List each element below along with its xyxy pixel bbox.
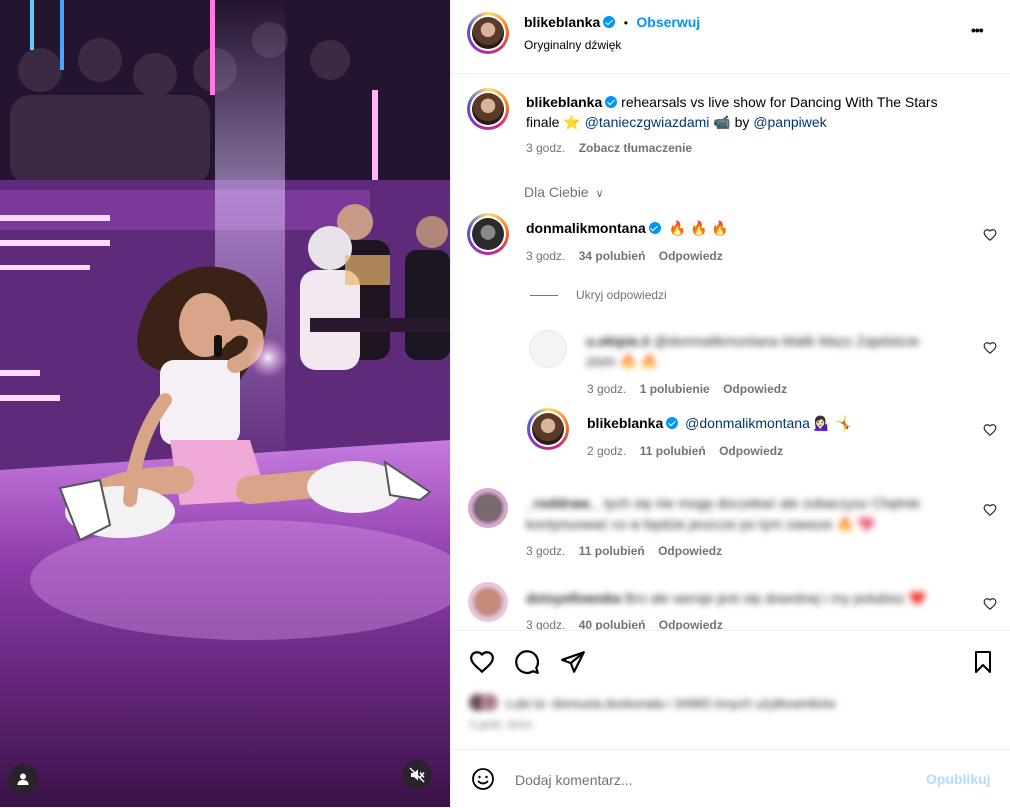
comments-list[interactable]: blikeblanka rehearsals vs live show for … (451, 74, 1010, 630)
caption-meta: 3 godz. Zobacz tłumaczenie (526, 141, 692, 155)
reply-time[interactable]: 2 godz. (587, 444, 626, 458)
comment-author[interactable]: donmalikmontana (526, 220, 646, 236)
heart-icon[interactable] (469, 649, 495, 675)
add-comment-bar: Opublikuj (451, 749, 1010, 808)
comment-2-meta: 3 godz. 11 polubień Odpowiedz (526, 544, 722, 558)
verified-icon (605, 96, 618, 108)
reply-2-meta: 2 godz. 11 polubień Odpowiedz (587, 444, 783, 458)
header-separator: • (623, 16, 628, 30)
bookmark-icon[interactable] (971, 649, 995, 675)
reply-author[interactable]: blikeblanka (587, 415, 663, 431)
star-emoji: ⭐ (563, 114, 581, 130)
comment-likes[interactable]: 34 polubień (579, 249, 646, 263)
post-time[interactable]: 3 godz. temu (469, 719, 533, 731)
post-actions: Lubi to: domusia.doskonala i 34983 innyc… (451, 630, 1010, 751)
for-you-label: Dla Ciebie (524, 184, 589, 200)
reply-time[interactable]: 3 godz. (587, 382, 626, 396)
reply-1-text: u.ekipie.ii @donmalikmontana Malik Mazz … (586, 331, 946, 371)
reply-1-meta: 3 godz. 1 polubienie Odpowiedz (587, 382, 787, 396)
mention-link[interactable]: @panpiwek (753, 114, 826, 130)
comment-likes[interactable]: 11 polubień (579, 544, 645, 558)
liker-avatar (481, 694, 498, 711)
reply-likes[interactable]: 1 polubienie (640, 382, 710, 396)
hide-replies-button[interactable]: Ukryj odpowiedzi (576, 288, 667, 302)
caption-text: blikeblanka rehearsals vs live show for … (526, 92, 996, 132)
for-you-filter[interactable]: Dla Ciebie ∨ (524, 184, 604, 200)
verified-icon (603, 16, 616, 28)
comment-icon[interactable] (514, 649, 540, 675)
user-tag-icon (17, 773, 29, 785)
comment-time[interactable]: 3 godz. (526, 249, 565, 263)
author-avatar[interactable] (467, 12, 509, 54)
caption-by: by (734, 114, 750, 130)
comment-avatar[interactable] (468, 488, 508, 528)
camera-emoji: 📹 (713, 114, 731, 130)
comment-author[interactable]: doisyellowska (526, 590, 621, 606)
reply-2-text: blikeblanka @donmalikmontana 💁🏻‍♀️ 🤸 (587, 413, 853, 433)
share-icon[interactable] (560, 649, 586, 675)
heart-icon[interactable] (983, 341, 997, 355)
comment-time[interactable]: 3 godz. (526, 618, 565, 630)
comment-likes[interactable]: 40 polubień (579, 618, 646, 630)
comment-avatar[interactable] (467, 213, 509, 255)
caption-author[interactable]: blikeblanka (526, 94, 602, 110)
comment-1-meta: 3 godz. 34 polubień Odpowiedz (526, 249, 723, 263)
likes-summary[interactable]: Lubi to: domusia.doskonala i 34983 innyc… (506, 696, 836, 711)
author-username[interactable]: blikeblanka (524, 14, 600, 30)
comment-text: 🔥 🔥 🔥 (668, 220, 729, 236)
reply-author[interactable]: u.ekipie.ii (586, 333, 650, 349)
caption-body-2: finale (526, 114, 560, 130)
chevron-down-icon: ∨ (595, 188, 604, 200)
post-panel: blikeblanka • Obserwuj Oryginalny dźwięk… (450, 0, 1010, 807)
more-icon: ••• (971, 22, 984, 38)
more-options-button[interactable]: ••• (971, 22, 984, 38)
caption-body: rehearsals vs live show for Dancing With… (621, 94, 938, 110)
comment-3-meta: 3 godz. 40 polubień Odpowiedz (526, 618, 723, 630)
audio-label[interactable]: Oryginalny dźwięk (524, 38, 621, 52)
comment-avatar[interactable] (468, 582, 508, 622)
mute-icon (409, 767, 425, 783)
caption-avatar[interactable] (467, 88, 509, 130)
publish-button[interactable]: Opublikuj (926, 771, 991, 787)
emoji-icon[interactable] (471, 767, 495, 791)
heart-icon[interactable] (983, 423, 997, 437)
heart-icon[interactable] (983, 597, 997, 611)
heart-icon[interactable] (983, 228, 997, 242)
media-image (0, 0, 450, 807)
verified-icon (648, 222, 661, 234)
verified-icon (666, 417, 679, 429)
mention-link[interactable]: @donmalikmontana (685, 415, 810, 431)
comment-3-text: doisyellowska Bro ale wersje jest się do… (526, 588, 946, 608)
reply-button[interactable]: Odpowiedz (659, 249, 723, 263)
reply-avatar[interactable] (527, 408, 569, 450)
heart-icon[interactable] (983, 503, 997, 517)
reply-button[interactable]: Odpowiedz (659, 618, 723, 630)
comment-1: donmalikmontana 🔥 🔥 🔥 (526, 218, 729, 238)
comment-2-text: _roddraw._ tych się nie mogę doczekać al… (526, 493, 936, 535)
comment-text: Bro ale wersje jest się dowolnej i my po… (624, 590, 927, 606)
comment-author[interactable]: _roddraw._ (526, 495, 600, 511)
follow-button[interactable]: Obserwuj (636, 14, 700, 30)
comment-text: tych się nie mogę doczekać ale zobaczysz… (604, 495, 921, 511)
reply-likes[interactable]: 11 polubień (640, 444, 706, 458)
mention-link[interactable]: @tanieczgwiazdami (585, 114, 710, 130)
user-tag-button[interactable] (8, 764, 38, 794)
reply-button[interactable]: Odpowiedz (719, 444, 783, 458)
comment-input[interactable] (513, 768, 917, 792)
mute-button[interactable] (402, 760, 432, 790)
caption-time[interactable]: 3 godz. (526, 141, 565, 155)
post-header: blikeblanka • Obserwuj Oryginalny dźwięk… (451, 0, 1010, 74)
post-media[interactable] (0, 0, 450, 807)
translate-button[interactable]: Zobacz tłumaczenie (579, 141, 692, 155)
reply-avatar[interactable] (529, 330, 567, 368)
reply-emoji: 💁🏻‍♀️ 🤸 (813, 415, 853, 431)
reply-button[interactable]: Odpowiedz (658, 544, 722, 558)
comment-text-2: kontynuować co w będzie jeszcze po tym z… (526, 516, 876, 532)
reply-button[interactable]: Odpowiedz (723, 382, 787, 396)
hide-replies-line (530, 295, 558, 296)
comment-time[interactable]: 3 godz. (526, 544, 565, 558)
